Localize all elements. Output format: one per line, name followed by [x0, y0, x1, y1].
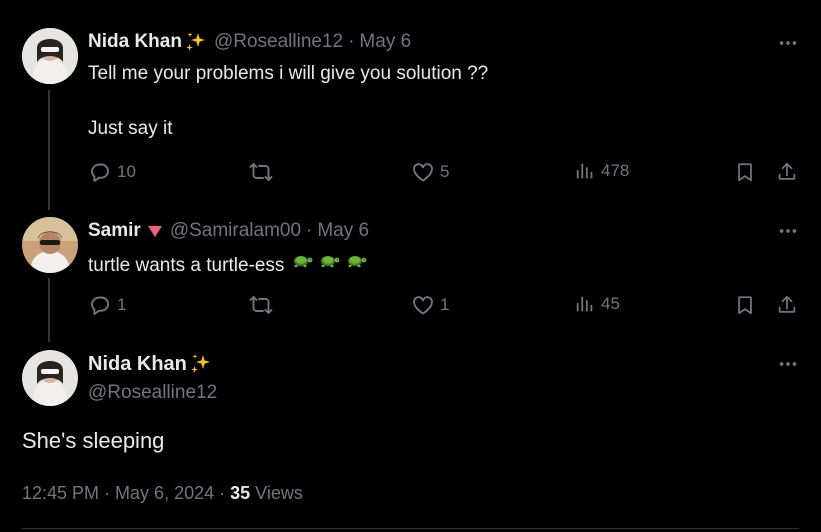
bookmark-icon	[734, 293, 756, 317]
author-handle[interactable]: @Samiralam00	[170, 220, 301, 242]
tweet-text-line-2: Just say it	[88, 118, 173, 139]
separator: ·	[104, 483, 111, 503]
tweet-text-line-1: Tell me your problems i will give you so…	[88, 63, 489, 84]
more-icon[interactable]	[777, 32, 799, 54]
views-count: 478	[601, 161, 630, 180]
turtle-icon	[344, 249, 368, 281]
thread-connector	[48, 90, 50, 210]
tweet-text-line-1: turtle wants a turtle-ess	[88, 254, 285, 276]
views-button[interactable]: 478	[574, 160, 629, 182]
thread-connector	[48, 278, 50, 342]
sparkles-icon	[184, 30, 208, 54]
turtle-icon	[290, 249, 314, 281]
views-icon	[574, 160, 596, 182]
share-button[interactable]	[776, 160, 798, 184]
author-name[interactable]: Nida Khan	[88, 353, 187, 376]
avatar[interactable]	[22, 217, 78, 273]
bookmark-button[interactable]	[734, 293, 756, 317]
repost-icon	[248, 160, 274, 184]
like-icon	[411, 160, 435, 184]
tweet-metadata: 12:45 PM · May 6, 2024 · 35 Views	[22, 483, 303, 504]
avatar[interactable]	[22, 350, 78, 406]
reply-count: 10	[117, 162, 136, 181]
sparkles-icon	[189, 352, 213, 376]
like-count: 5	[440, 162, 450, 181]
more-icon[interactable]	[777, 220, 799, 242]
avatar[interactable]	[22, 28, 78, 84]
tweet-actions: 1 1 45	[88, 293, 801, 319]
share-icon	[776, 160, 798, 184]
share-button[interactable]	[776, 293, 798, 317]
tweet-header: Nida Khan @Rosealline12 · May 6	[88, 30, 411, 54]
repost-icon	[248, 293, 274, 317]
thread-tweet-2[interactable]: Samir @Samiralam00 · May 6 turtle wants …	[0, 210, 821, 342]
avatar-image	[22, 350, 78, 406]
author-name[interactable]: Nida Khan	[88, 31, 182, 53]
views-button[interactable]: 45	[574, 293, 620, 315]
like-button[interactable]: 1	[411, 293, 449, 317]
avatar-image	[22, 28, 78, 84]
like-icon	[411, 293, 435, 317]
tweet-header: Samir @Samiralam00 · May 6	[88, 220, 369, 242]
tweet-header: Nida Khan	[88, 352, 213, 376]
author-handle[interactable]: @Rosealline12	[214, 31, 343, 53]
separator: ·	[348, 31, 355, 52]
views-label: Views	[255, 483, 303, 503]
reply-count: 1	[117, 295, 127, 314]
tweet-actions: 10 5 478	[88, 160, 801, 186]
like-count: 1	[440, 295, 450, 314]
reply-icon	[88, 293, 112, 317]
bookmark-icon	[734, 160, 756, 184]
repost-button[interactable]	[248, 160, 274, 184]
reply-icon	[88, 160, 112, 184]
separator: ·	[306, 220, 313, 241]
bookmark-button[interactable]	[734, 160, 756, 184]
separator: ·	[219, 483, 226, 503]
author-handle[interactable]: @Rosealline12	[88, 382, 217, 404]
tweet-text: turtle wants a turtle-ess	[88, 249, 368, 281]
reply-button[interactable]: 10	[88, 160, 136, 184]
divider	[22, 528, 799, 529]
like-button[interactable]: 5	[411, 160, 449, 184]
tweet-full-date[interactable]: May 6, 2024	[115, 483, 214, 504]
author-name[interactable]: Samir	[88, 220, 141, 242]
tweet-time[interactable]: 12:45 PM	[22, 483, 99, 504]
turtle-icon	[317, 249, 341, 281]
views-count: 35	[230, 483, 251, 503]
avatar-image	[22, 217, 78, 273]
tweet-date[interactable]: May 6	[317, 220, 369, 242]
more-icon[interactable]	[777, 353, 799, 375]
views-count: 45	[601, 294, 620, 313]
focus-tweet-text: She's sleeping	[22, 428, 165, 453]
triangle-icon	[146, 222, 164, 240]
share-icon	[776, 293, 798, 317]
reply-button[interactable]: 1	[88, 293, 126, 317]
repost-button[interactable]	[248, 293, 274, 317]
tweet-date[interactable]: May 6	[359, 31, 411, 53]
thread-tweet-1[interactable]: Nida Khan @Rosealline12 · May 6 Tell me …	[0, 0, 821, 210]
views-icon	[574, 293, 596, 315]
